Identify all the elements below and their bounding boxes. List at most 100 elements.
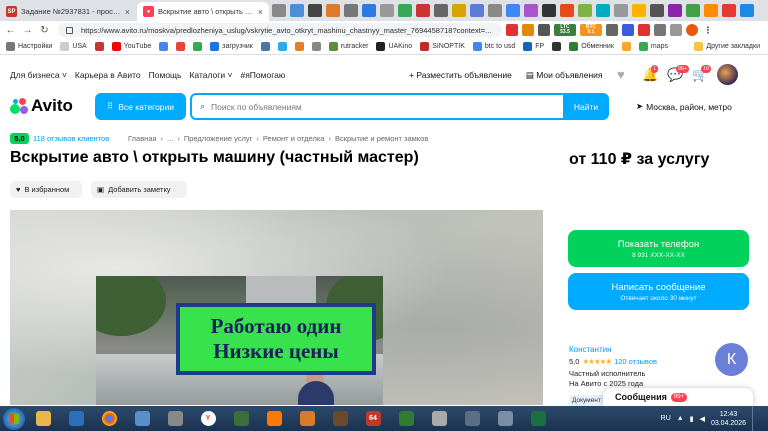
seller-avatar[interactable]: К <box>715 343 748 376</box>
bookmark-icon-only[interactable] <box>176 42 186 51</box>
reload-icon[interactable]: ↻ <box>38 24 51 37</box>
pinned-tab-icon[interactable] <box>398 4 412 17</box>
url-input[interactable]: https://www.avito.ru/moskva/predlozheniy… <box>58 23 502 37</box>
network-icon[interactable]: ▮ <box>690 415 694 423</box>
cart-icon[interactable]: 🛒 10 <box>692 64 712 82</box>
pinned-tab-icon[interactable] <box>722 4 736 17</box>
pinned-tab-icon[interactable] <box>560 4 574 17</box>
tray-arrow-icon[interactable]: ▲ <box>677 415 684 422</box>
my-ads-link[interactable]: ▤ Мои объявления <box>526 70 603 81</box>
taskbar-app[interactable] <box>490 408 520 429</box>
bookmark-item[interactable]: USA <box>60 42 87 51</box>
bookmark-item[interactable]: YouTube <box>111 42 151 51</box>
split-view-icon[interactable] <box>670 24 682 36</box>
menu-dots-icon[interactable]: ⋮ <box>702 24 714 36</box>
nav-career[interactable]: Карьера в Авито <box>75 70 141 80</box>
bookmark-item[interactable]: UAKino <box>376 42 412 51</box>
messages-icon[interactable]: 💬 99+ <box>667 64 690 82</box>
pinned-tab-icon[interactable] <box>362 4 376 17</box>
seller-reviews-link[interactable]: 120 отзывов <box>614 357 657 366</box>
avito-logo[interactable]: Avito <box>10 96 73 116</box>
favorites-heart-icon[interactable]: ♥ <box>617 67 633 82</box>
volume-icon[interactable]: ◀ <box>700 415 705 423</box>
tab-task[interactable]: SP Задание №2937831 - просмотр з × <box>0 2 136 21</box>
pinned-tab-icon[interactable] <box>596 4 610 17</box>
favorite-button[interactable]: ♥ В избранном <box>10 181 82 198</box>
user-avatar[interactable] <box>717 64 738 85</box>
bookmark-icon-only[interactable] <box>552 42 562 51</box>
bookmark-item[interactable]: Обменник <box>569 42 614 51</box>
pinned-tab-icon[interactable] <box>344 4 358 17</box>
post-ad-link[interactable]: + Разместить объявление <box>409 70 512 81</box>
notifications-bell-icon[interactable]: 🔔 1 <box>642 64 658 82</box>
pinned-tab-icon[interactable] <box>542 4 556 17</box>
pinned-tab-icon[interactable] <box>578 4 592 17</box>
taskbar-app[interactable] <box>325 408 355 429</box>
pinned-tab-icon[interactable] <box>416 4 430 17</box>
bookmark-icon-only[interactable] <box>621 42 631 51</box>
taskbar-app-64[interactable]: 64 <box>358 408 388 429</box>
bookmark-item[interactable]: maps <box>638 42 668 51</box>
nav-catalogs[interactable]: Каталоги ˅ <box>189 70 232 80</box>
add-note-button[interactable]: ▣ Добавить заметку <box>91 181 187 198</box>
taskbar-app[interactable] <box>259 408 289 429</box>
pinned-tab-icon[interactable] <box>290 4 304 17</box>
all-categories-button[interactable]: ⠿ Все категории <box>95 93 186 120</box>
breadcrumb-item[interactable]: Главная <box>128 134 157 143</box>
extension-icon[interactable] <box>622 24 634 36</box>
bookmark-item[interactable]: загрузчик <box>210 42 253 51</box>
taskbar-app[interactable] <box>391 408 421 429</box>
show-desktop-button[interactable] <box>752 406 760 431</box>
taskbar-app[interactable] <box>457 408 487 429</box>
back-icon[interactable]: ← <box>4 24 17 37</box>
bookmark-item[interactable]: rutracker <box>328 42 368 51</box>
bookmark-icon-only[interactable] <box>159 42 169 51</box>
taskbar-app[interactable] <box>127 408 157 429</box>
extension-icon[interactable] <box>506 24 518 36</box>
taskbar-app[interactable] <box>226 408 256 429</box>
pinned-tab-icon[interactable] <box>506 4 520 17</box>
messages-popup[interactable]: Сообщения 99+ <box>603 388 753 406</box>
nav-help[interactable]: Помощь <box>149 70 182 80</box>
profile-avatar-icon[interactable] <box>686 24 698 36</box>
pinned-tab-icon[interactable] <box>632 4 646 17</box>
pinned-tab-icon[interactable] <box>614 4 628 17</box>
bookmark-icon-only[interactable] <box>311 42 321 51</box>
taskbar-app[interactable] <box>424 408 454 429</box>
bookmark-icon-only[interactable] <box>260 42 270 51</box>
seller-name[interactable]: Константин <box>569 345 612 354</box>
pinned-tab-icon[interactable] <box>452 4 466 17</box>
taskbar-app[interactable] <box>61 408 91 429</box>
breadcrumb-item[interactable]: Вскрытие и ремонт замков <box>335 134 428 143</box>
language-indicator[interactable]: RU <box>661 415 671 422</box>
taskbar-app[interactable] <box>160 408 190 429</box>
pinned-tab-icon[interactable] <box>434 4 448 17</box>
pinned-tab-icon[interactable] <box>668 4 682 17</box>
pinned-tab-icon[interactable] <box>470 4 484 17</box>
pinned-tab-icon[interactable] <box>650 4 664 17</box>
pinned-tab-icon[interactable] <box>380 4 394 17</box>
extension-icon[interactable] <box>522 24 534 36</box>
listing-photo[interactable]: Работаю один Низкие цены <box>96 276 383 405</box>
show-phone-button[interactable]: Показать телефон 8 931 XXX-XX-XX <box>568 230 749 267</box>
pinned-tab-icon[interactable] <box>326 4 340 17</box>
bookmark-item[interactable]: Настройки <box>6 42 52 51</box>
nav-business[interactable]: Для бизнеса ˅ <box>10 70 67 80</box>
clock[interactable]: 12:43 03.04.2026 <box>711 410 746 428</box>
reviews-link[interactable]: 118 отзывов клиентов <box>33 134 109 143</box>
extension-icon[interactable] <box>638 24 650 36</box>
photo-gallery[interactable]: Работаю один Низкие цены <box>10 210 543 405</box>
taskbar-chrome[interactable] <box>94 408 124 429</box>
bookmark-item[interactable]: SINOPTIK <box>420 42 465 51</box>
nav-i-help[interactable]: #яПомогаю <box>240 70 285 80</box>
pinned-tab-icon[interactable] <box>488 4 502 17</box>
bookmark-icon-only[interactable] <box>294 42 304 51</box>
find-button[interactable]: Найти <box>563 93 609 120</box>
ltc-price-extension[interactable]: LTC 53.5 <box>554 24 576 36</box>
btc-price-extension[interactable]: BTC 9.1 <box>580 24 602 36</box>
forward-icon[interactable]: → <box>21 24 34 37</box>
pinned-tab-icon[interactable] <box>524 4 538 17</box>
bookmark-item[interactable]: btc to usd <box>472 42 515 51</box>
tab-close-icon[interactable]: × <box>258 7 263 17</box>
bookmark-icon-only[interactable] <box>94 42 104 51</box>
